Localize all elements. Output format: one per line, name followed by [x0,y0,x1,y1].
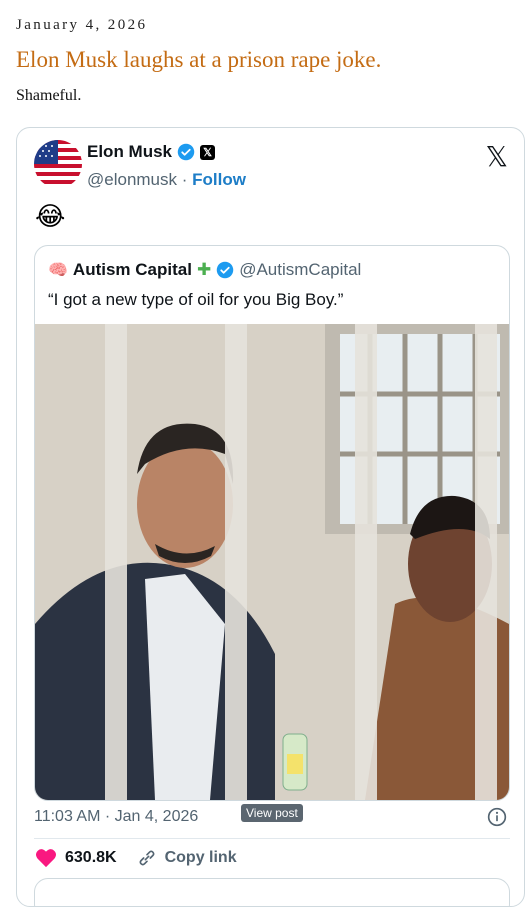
follow-button[interactable]: Follow [192,170,246,189]
post-headline[interactable]: Elon Musk laughs at a prison rape joke. [16,47,381,73]
copy-link-button[interactable]: Copy link [137,848,237,868]
verified-icon [177,143,195,161]
quoted-author-handle[interactable]: @AutismCapital [239,260,361,280]
avatar[interactable] [34,140,82,188]
quoted-author-name[interactable]: Autism Capital [73,260,192,280]
post-subtext: Shameful. [16,87,82,104]
author-name[interactable]: Elon Musk [87,142,172,162]
quoted-tweet[interactable]: 🧠 Autism Capital ✚ @AutismCapital “I got… [34,245,510,801]
post-date: January 4, 2026 [16,17,148,33]
heart-icon [36,849,56,868]
quoted-image[interactable] [35,324,509,800]
tweet-text: 😂 [35,202,66,232]
author-handle[interactable]: @elonmusk [87,170,177,189]
view-post-tooltip: View post [241,804,303,822]
tweet-embed[interactable]: Elon Musk 𝕏 @elonmusk · Follow 𝕏 😂 🧠 Aut… [16,127,525,907]
puzzle-icon: ✚ [196,260,212,279]
x-logo-icon[interactable]: 𝕏 [485,140,508,173]
copy-link-label: Copy link [164,849,237,866]
x-badge-icon: 𝕏 [200,144,216,160]
quoted-avatar-icon: 🧠 [48,262,68,279]
quoted-verified-icon [216,261,234,279]
like-button[interactable]: 630.8K [35,848,117,868]
link-icon [139,850,155,866]
divider [34,838,510,839]
quoted-text: “I got a new type of oil for you Big Boy… [48,290,344,309]
like-count: 630.8K [65,849,117,866]
tweet-timestamp[interactable]: 11:03 AM · Jan 4, 2026 [34,808,198,826]
separator: · [181,170,188,189]
info-icon[interactable] [487,807,507,827]
read-replies-button[interactable] [34,878,510,906]
